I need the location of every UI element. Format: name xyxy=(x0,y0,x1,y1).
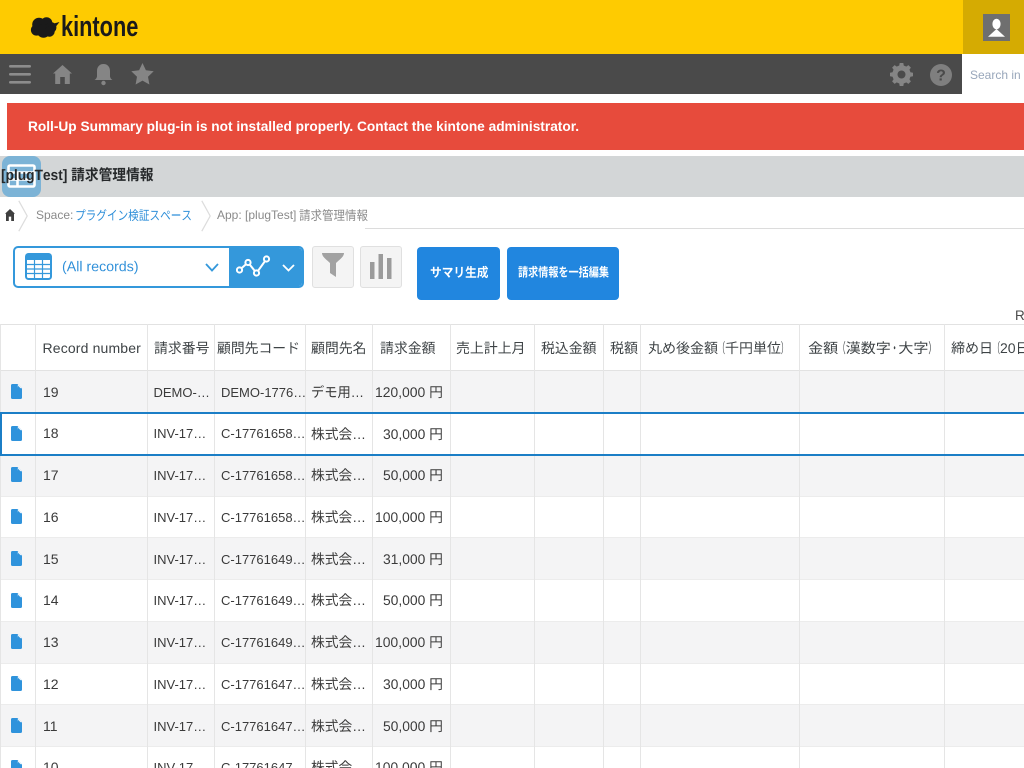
svg-text:?: ? xyxy=(936,68,946,85)
